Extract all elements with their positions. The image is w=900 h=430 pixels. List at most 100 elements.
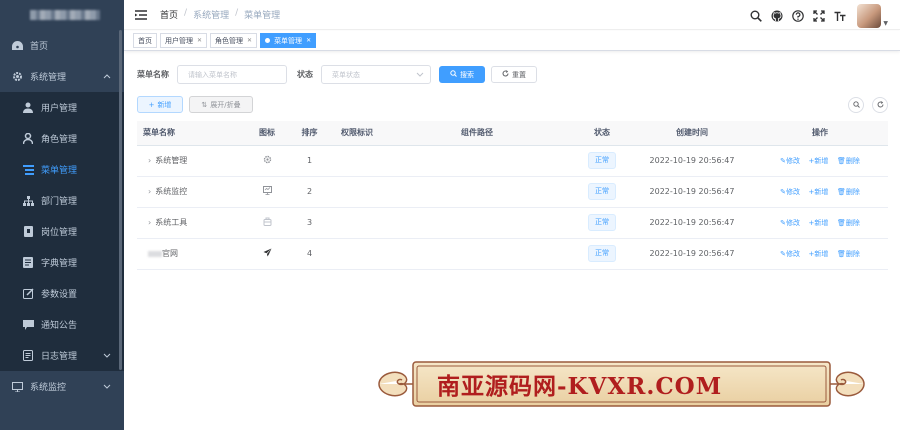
edit-button[interactable]: ✎修改	[780, 219, 800, 227]
status-badge: 正常	[588, 183, 616, 200]
sidebar-item-roles[interactable]: 角色管理	[0, 123, 124, 154]
search-button[interactable]: 搜索	[439, 66, 485, 83]
tag-label: 角色管理	[215, 36, 244, 45]
table-row: › 系统监控 2 正常 2022-10-19 20:56:47 ✎修改 +新增 🗑…	[137, 176, 888, 208]
sidebar-item-monitor[interactable]: 系统监控	[0, 371, 124, 402]
github-icon[interactable]	[770, 9, 784, 23]
question-icon[interactable]	[791, 9, 805, 23]
chevron-right-icon[interactable]: ›	[148, 187, 151, 196]
navbar: 首页 / 系统管理 / 菜单管理 ▼	[124, 0, 900, 30]
breadcrumb-level1: 系统管理	[193, 11, 230, 21]
col-header-component: 组件路径	[382, 121, 572, 146]
menu-name: 系统管理	[155, 156, 188, 165]
add-child-button[interactable]: +新增	[809, 219, 829, 227]
sidebar-item-label: 日志管理	[41, 352, 78, 362]
chevron-up-icon	[103, 72, 111, 82]
cell-actions: ✎修改 +新增 🗑︎删除	[752, 207, 888, 239]
add-label: 新增	[814, 187, 829, 196]
status-select[interactable]: 菜单状态	[321, 65, 431, 84]
edit-button[interactable]: ✎修改	[780, 188, 800, 196]
fullscreen-icon[interactable]	[812, 9, 826, 23]
sidebar-item-label: 系统监控	[30, 383, 67, 393]
breadcrumb-level2: 菜单管理	[244, 11, 281, 21]
add-button[interactable]: + 新增	[137, 96, 183, 113]
cell-icon	[247, 145, 287, 177]
edit-button[interactable]: ✎修改	[780, 250, 800, 258]
refresh-button[interactable]	[872, 97, 888, 113]
sidebar-item-label: 参数设置	[41, 290, 78, 300]
expand-collapse-button[interactable]: ⇅ 展开/折叠	[189, 96, 253, 113]
hamburger-icon[interactable]	[135, 9, 147, 20]
menu-name-input[interactable]: 请输入菜单名称	[177, 65, 287, 84]
sidebar-item-system[interactable]: 系统管理	[0, 61, 124, 92]
sidebar-item-users[interactable]: 用户管理	[0, 92, 124, 123]
edit-button[interactable]: ✎修改	[780, 157, 800, 165]
menu-table: 菜单名称 图标 排序 权限标识 组件路径 状态 创建时间 操作 › 系统管理 1 …	[137, 121, 888, 270]
sidebar-item-dicts[interactable]: 字典管理	[0, 247, 124, 278]
avatar[interactable]	[857, 4, 882, 28]
tag-roles[interactable]: 角色管理 ✕	[210, 33, 258, 48]
dashboard-icon	[11, 40, 23, 52]
logo[interactable]	[0, 0, 124, 30]
table-row: › 系统工具 3 正常 2022-10-19 20:56:47 ✎修改 +新增 🗑…	[137, 207, 888, 239]
reset-button[interactable]: 重置	[491, 66, 537, 83]
status-label: 状态	[297, 70, 313, 79]
sidebar-item-logs[interactable]: 日志管理	[0, 340, 124, 371]
trash-icon: 🗑︎	[836, 187, 846, 196]
chevron-right-icon[interactable]: ›	[148, 156, 151, 165]
chevron-down-icon	[416, 71, 424, 79]
toggle-search-button[interactable]	[848, 97, 864, 113]
sidebar-item-home[interactable]: 首页	[0, 30, 124, 61]
tag-users[interactable]: 用户管理 ✕	[160, 33, 208, 48]
log-icon	[22, 350, 34, 362]
toolbar: + 新增 ⇅ 展开/折叠	[137, 96, 253, 113]
tag-menus[interactable]: 菜单管理 ✕	[260, 33, 317, 48]
caret-down-icon[interactable]: ▼	[883, 20, 888, 27]
sidebar-item-params[interactable]: 参数设置	[0, 278, 124, 309]
sidebar-item-label: 部门管理	[41, 197, 78, 207]
send-icon	[263, 248, 272, 259]
sidebar: 首页 系统管理 用户管理 角色管理 菜单管理 部门管理 岗位管理 字典管理 参数…	[0, 0, 124, 430]
delete-button[interactable]: 🗑︎删除	[837, 188, 860, 196]
sidebar-scrollbar[interactable]	[119, 30, 122, 370]
breadcrumb-separator: /	[184, 8, 188, 18]
watermark-banner: 南亚源码网-KVXR.COM	[369, 360, 874, 408]
close-icon[interactable]: ✕	[306, 37, 311, 44]
font-size-icon[interactable]	[833, 9, 847, 23]
add-label: 新增	[814, 249, 829, 258]
add-child-button[interactable]: +新增	[809, 157, 829, 165]
col-header-status: 状态	[572, 121, 632, 146]
search-icon[interactable]	[749, 9, 763, 23]
status-badge: 正常	[588, 214, 616, 231]
menu-name: 系统监控	[155, 187, 188, 196]
sidebar-item-label: 菜单管理	[41, 166, 78, 176]
sidebar-item-depts[interactable]: 部门管理	[0, 185, 124, 216]
delete-button[interactable]: 🗑︎删除	[837, 157, 860, 165]
cell-component	[382, 145, 572, 177]
cell-perms	[332, 176, 382, 208]
chevron-right-icon[interactable]: ›	[148, 218, 151, 227]
breadcrumb-home[interactable]: 首页	[160, 8, 178, 21]
close-icon[interactable]: ✕	[197, 37, 202, 44]
sidebar-item-label: 系统管理	[30, 73, 67, 83]
menu-name: 系统工具	[155, 218, 188, 227]
add-child-button[interactable]: +新增	[809, 188, 829, 196]
cell-order: 3	[287, 207, 332, 239]
close-icon[interactable]: ✕	[247, 37, 252, 44]
cell-component	[382, 176, 572, 208]
search-button-label: 搜索	[460, 70, 474, 79]
tree-icon	[22, 195, 34, 207]
sidebar-item-notices[interactable]: 通知公告	[0, 309, 124, 340]
add-button-label: 新增	[157, 100, 172, 109]
add-label: 新增	[814, 156, 829, 165]
sidebar-item-label: 用户管理	[41, 104, 78, 114]
menu-name: 官网	[162, 249, 178, 258]
delete-button[interactable]: 🗑︎删除	[837, 250, 860, 258]
delete-button[interactable]: 🗑︎删除	[837, 219, 860, 227]
tag-home[interactable]: 首页	[133, 33, 157, 48]
sidebar-item-menus[interactable]: 菜单管理	[0, 154, 124, 185]
col-header-actions: 操作	[752, 121, 888, 146]
add-child-button[interactable]: +新增	[809, 250, 829, 258]
refresh-icon	[877, 100, 884, 110]
sidebar-item-posts[interactable]: 岗位管理	[0, 216, 124, 247]
